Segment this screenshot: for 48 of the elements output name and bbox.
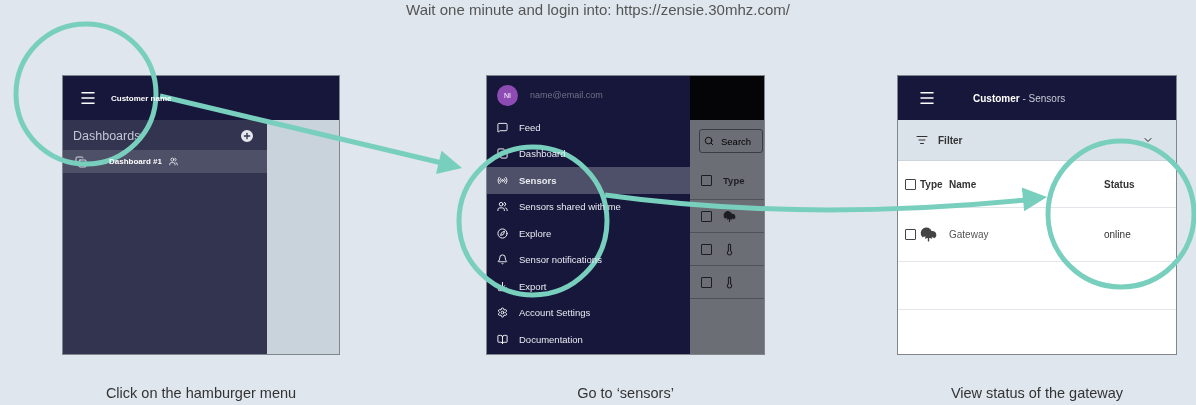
filter-label: Filter xyxy=(938,134,964,146)
download-icon xyxy=(497,280,508,292)
user-email: name@email.com xyxy=(530,90,603,100)
search-field[interactable]: Search xyxy=(699,129,763,153)
menu-item[interactable]: Explore xyxy=(487,220,690,247)
menu-item[interactable]: Documentation xyxy=(487,326,690,353)
settings-icon xyxy=(497,307,508,319)
menu-icon[interactable] xyxy=(79,89,97,107)
people-icon xyxy=(497,201,508,213)
table-cell-text: Gateway xyxy=(949,229,990,240)
checkbox[interactable] xyxy=(905,178,916,190)
add-icon[interactable] xyxy=(239,128,255,144)
column-header: Name xyxy=(949,178,978,190)
instruction-text: Wait one minute and login into: https://zensie.30mhz.com/ xyxy=(406,0,790,18)
book-icon xyxy=(497,333,508,345)
menu-icon[interactable] xyxy=(918,89,936,107)
column-header: Status xyxy=(1104,178,1136,190)
search-icon xyxy=(704,136,714,146)
step-caption: Go to ‘sensors’ xyxy=(577,385,674,401)
sensor-icon xyxy=(497,174,508,186)
checkbox[interactable] xyxy=(701,243,712,255)
checkbox[interactable] xyxy=(701,210,712,222)
step-caption: Click on the hamburger menu xyxy=(105,385,297,401)
menu-item[interactable]: Feed xyxy=(487,114,690,141)
app-title: Customer - Sensors xyxy=(973,92,1066,104)
copy-icon xyxy=(75,155,87,168)
column-header: Type xyxy=(723,175,745,186)
dashboard-item[interactable]: Dashboard #1 xyxy=(63,150,267,173)
step-caption: View status of the gateway xyxy=(950,385,1124,401)
checkbox[interactable] xyxy=(701,175,712,186)
checkbox[interactable] xyxy=(905,229,916,240)
cloud-upload-icon xyxy=(920,226,937,243)
checkbox[interactable] xyxy=(701,276,712,288)
compass-icon xyxy=(497,227,508,239)
menu-item[interactable]: Dashboard xyxy=(487,140,690,167)
sidebar-heading: Dashboards xyxy=(73,129,141,143)
table-cell-text: online xyxy=(1104,229,1132,240)
column-header: Type xyxy=(920,178,944,190)
copy-icon xyxy=(497,148,508,160)
cloud-upload-icon xyxy=(723,209,736,223)
dashboard-label: Dashboard #1 xyxy=(109,157,162,166)
menu-item[interactable]: Sensors xyxy=(487,167,690,194)
chat-icon xyxy=(497,121,508,133)
menu-item[interactable]: Export xyxy=(487,273,690,300)
bell-icon xyxy=(497,254,508,266)
filter-icon xyxy=(916,134,928,146)
menu-item[interactable]: Account Settings xyxy=(487,299,690,326)
filter-bar[interactable]: Filter xyxy=(898,120,1176,161)
